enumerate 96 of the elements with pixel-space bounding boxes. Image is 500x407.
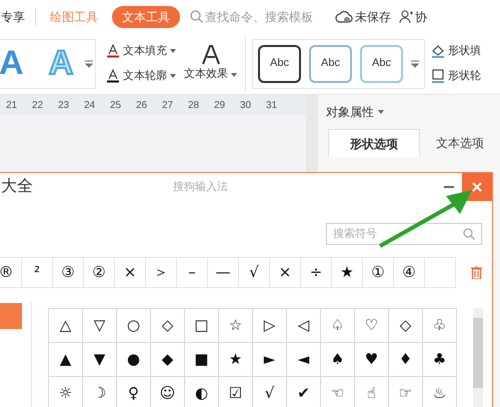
dialog-title: 大全 <box>1 176 33 197</box>
recent-symbol[interactable]: × <box>270 257 301 288</box>
symbol-cell[interactable]: ♀ <box>117 377 151 407</box>
cloud-icon[interactable] <box>335 10 353 24</box>
person-icon[interactable] <box>399 10 413 24</box>
caret-icon <box>378 110 384 114</box>
symbol-cell[interactable]: ☞ <box>389 377 423 407</box>
text-outline-icon <box>106 68 120 83</box>
symbol-cell[interactable]: ☼ <box>49 377 83 407</box>
symbol-cell[interactable]: ▷ <box>253 309 287 343</box>
symbol-cell[interactable]: ♦ <box>389 343 423 377</box>
close-button[interactable] <box>462 173 492 201</box>
ruler-number: 24 <box>84 98 96 112</box>
symbol-cell[interactable]: ☑ <box>219 377 253 407</box>
trash-icon[interactable] <box>471 266 482 279</box>
shape-style-preset[interactable]: Abc <box>258 44 301 82</box>
recent-symbol[interactable]: ★ <box>332 257 363 288</box>
symbol-cell[interactable]: ✔ <box>287 377 321 407</box>
symbol-cell[interactable]: ▲ <box>49 343 83 377</box>
symbol-cell[interactable]: ♧ <box>423 309 457 343</box>
app-name: 搜狗输入法 <box>173 180 228 195</box>
recent-symbol[interactable]: × <box>115 257 146 288</box>
symbol-cell[interactable]: ♣ <box>423 343 457 377</box>
recent-symbol[interactable]: ③ <box>53 257 84 288</box>
text-outline-button[interactable]: 文本轮廓 <box>106 68 176 84</box>
caret-icon <box>231 72 237 76</box>
caret-icon <box>170 49 176 54</box>
recent-symbol[interactable]: – <box>177 257 208 288</box>
shape-fill-button[interactable]: 形状填 <box>431 43 481 60</box>
symbol-cell[interactable]: ○ <box>117 309 151 343</box>
scrollbar-thumb[interactable] <box>473 318 483 388</box>
symbol-cell[interactable]: ◇ <box>151 309 185 343</box>
recent-symbol[interactable]: — <box>208 257 239 288</box>
symbol-cell[interactable]: ♠ <box>321 343 355 377</box>
panel-tab[interactable]: 文本选项 <box>420 129 500 157</box>
ruler-number: 31 <box>266 98 278 112</box>
shape-outline-button[interactable]: 形状轮 <box>431 68 481 84</box>
symbol-cell[interactable]: ■ <box>185 343 219 377</box>
shape-style-preset[interactable]: Abc <box>309 44 352 82</box>
symbol-cell[interactable]: □ <box>185 309 219 343</box>
recent-symbol[interactable]: √ <box>239 257 270 288</box>
symbol-cell[interactable]: ◁ <box>287 309 321 343</box>
ruler-number: 28 <box>188 98 200 112</box>
search-icon <box>190 10 203 23</box>
ruler-number: 30 <box>240 98 252 112</box>
text-effect-icon <box>200 44 222 66</box>
symbol-cell[interactable]: ♨ <box>423 377 457 407</box>
shape-style-preset[interactable]: Abc <box>360 44 403 82</box>
recent-symbol[interactable]: ® <box>0 257 22 288</box>
symbol-cell[interactable]: ☽ <box>83 377 117 407</box>
ruler-number: 23 <box>58 98 70 112</box>
ruler-number: 25 <box>110 98 122 112</box>
symbol-cell[interactable]: ◇ <box>389 309 423 343</box>
collab-button[interactable]: 协 <box>415 8 427 26</box>
symbol-cell[interactable]: ☆ <box>219 309 253 343</box>
symbol-cell[interactable]: ▼ <box>83 343 117 377</box>
ruler-number: 21 <box>6 98 18 112</box>
ruler-number: 27 <box>162 98 174 112</box>
symbol-cell[interactable]: ● <box>117 343 151 377</box>
text-effect-button[interactable]: 文本效果 <box>184 44 237 83</box>
ruler-number: 29 <box>214 98 226 112</box>
symbol-cell[interactable]: ★ <box>219 343 253 377</box>
recent-symbol[interactable]: ² <box>22 257 53 288</box>
symbol-cell[interactable]: ♤ <box>321 309 355 343</box>
menu-tab[interactable]: 专享 <box>1 8 25 26</box>
close-icon <box>472 182 482 192</box>
save-status: 未保存 <box>355 8 391 26</box>
recent-symbol[interactable]: ＞ <box>146 257 177 288</box>
shape-outline-icon <box>431 68 445 83</box>
recent-symbol[interactable]: ④ <box>394 257 425 288</box>
panel-tab[interactable]: 形状选项 <box>328 129 420 157</box>
symbol-cell[interactable]: ◆ <box>151 343 185 377</box>
expand-icon[interactable] <box>411 60 419 68</box>
expand-icon[interactable] <box>85 60 93 68</box>
text-fill-button[interactable]: 文本填充 <box>106 43 176 60</box>
recent-symbol[interactable]: ① <box>363 257 394 288</box>
symbol-cell[interactable]: ☝ <box>355 377 389 407</box>
recent-symbol[interactable]: ÷ <box>301 257 332 288</box>
symbol-cell[interactable]: ◐ <box>185 377 219 407</box>
ruler-number: 26 <box>136 98 148 112</box>
symbol-cell[interactable]: √ <box>253 377 287 407</box>
symbol-cell[interactable]: ◄ <box>287 343 321 377</box>
symbol-cell[interactable]: △ <box>49 309 83 343</box>
text-fill-icon <box>106 44 120 58</box>
symbol-cell[interactable]: ☺ <box>151 377 185 407</box>
search-icon <box>463 228 475 240</box>
symbol-cell[interactable]: ▽ <box>83 309 117 343</box>
symbol-cell[interactable]: ♡ <box>355 309 389 343</box>
selected-category-marker[interactable] <box>0 303 22 329</box>
panel-title[interactable]: 对象属性 <box>326 103 384 121</box>
ruler-number: 22 <box>32 98 44 112</box>
caret-icon <box>170 74 176 78</box>
symbol-cell[interactable]: ☜ <box>321 377 355 407</box>
recent-symbol[interactable]: ② <box>84 257 115 288</box>
symbol-cell[interactable]: ♥ <box>355 343 389 377</box>
symbol-cell[interactable]: ► <box>253 343 287 377</box>
